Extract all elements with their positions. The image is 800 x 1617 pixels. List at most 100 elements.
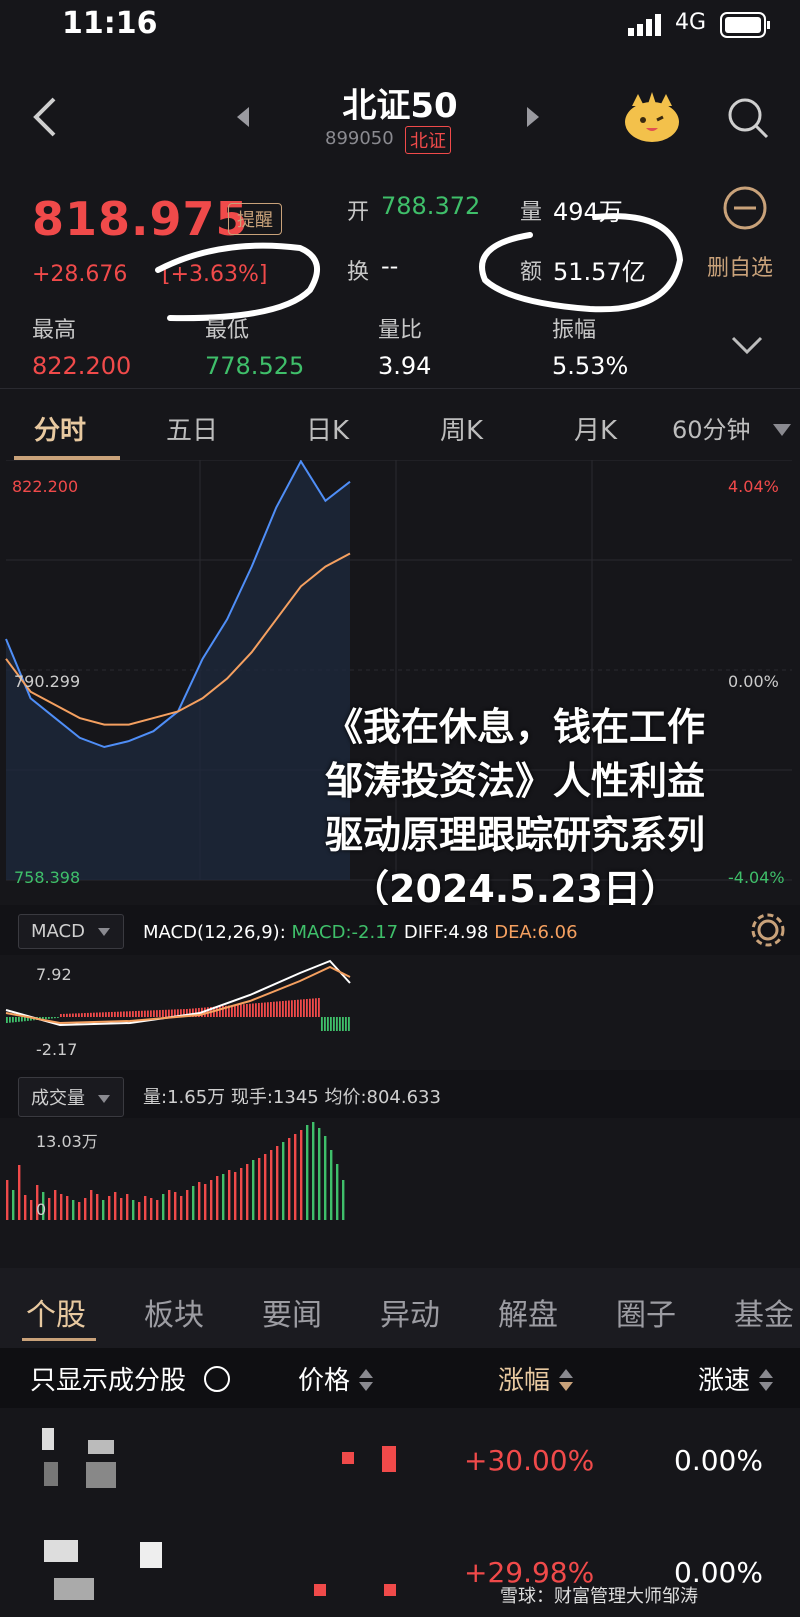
volume-bar (192, 1186, 195, 1220)
volume-bar (336, 1164, 339, 1220)
macd-bar (267, 1002, 269, 1017)
volume-selector[interactable]: 成交量 (18, 1077, 124, 1117)
chevron-down-icon (97, 1095, 110, 1103)
tab-community[interactable]: 圈子 (616, 1290, 676, 1334)
change-header: 涨幅 (498, 1366, 551, 1396)
volume-bar (162, 1194, 165, 1220)
tab-analysis[interactable]: 解盘 (498, 1290, 558, 1334)
macd-bar (285, 1000, 287, 1017)
open-value: 788.372 (381, 192, 481, 220)
macd-bar (315, 998, 317, 1017)
macd-bar (309, 998, 311, 1017)
pixelated-price (314, 1584, 396, 1596)
remove-favorite-label[interactable]: 删自选 (707, 250, 773, 282)
tab-sectors[interactable]: 板块 (144, 1290, 204, 1334)
macd-bar (171, 1009, 173, 1017)
tab-stocks[interactable]: 个股 (26, 1290, 86, 1334)
annotation-circle-amount (479, 213, 684, 313)
volume-bar (294, 1134, 297, 1220)
volume-bar (6, 1180, 9, 1220)
macd-bottom-label: -2.17 (36, 1040, 78, 1059)
search-icon[interactable] (726, 96, 770, 144)
y-pct-mid: 0.00% (728, 672, 779, 691)
macd-bar (333, 1017, 335, 1031)
macd-bar (51, 1017, 53, 1019)
dropdown-triangle-icon[interactable] (772, 422, 792, 441)
macd-selector[interactable]: MACD (18, 914, 124, 949)
sort-icon (759, 1369, 774, 1391)
sort-price[interactable]: 价格 (298, 1360, 374, 1397)
macd-bar (12, 1017, 14, 1023)
volume-bar (330, 1150, 333, 1220)
tab-news[interactable]: 要闻 (262, 1290, 322, 1334)
tab-movements[interactable]: 异动 (380, 1290, 440, 1334)
macd-selector-label: MACD (31, 921, 85, 942)
macd-bar (57, 1017, 59, 1018)
volume-bar (318, 1128, 321, 1220)
volume-bar (84, 1198, 87, 1220)
high-label: 最高 (32, 318, 77, 343)
macd-bar (111, 1011, 113, 1017)
macd-bar (303, 999, 305, 1017)
pixelated-stock-name (44, 1540, 162, 1600)
tab-intraday[interactable]: 分时 (34, 410, 86, 447)
table-row[interactable]: +30.00% 0.00% (0, 1410, 800, 1512)
macd-bar (60, 1014, 62, 1017)
volume-bar (90, 1190, 93, 1220)
macd-bar (321, 1017, 323, 1031)
macd-bar (45, 1017, 47, 1020)
macd-bar (144, 1010, 146, 1017)
turnover-value: -- (381, 252, 399, 280)
macd-bar (123, 1011, 125, 1017)
macd-bar (345, 1017, 347, 1031)
volume-bar (204, 1184, 207, 1220)
remove-favorite-icon[interactable] (722, 185, 768, 235)
volume-bar (306, 1125, 309, 1220)
tab-monthly-k[interactable]: 月K (574, 410, 617, 447)
y-label-low: 758.398 (14, 868, 81, 887)
volume-bar (108, 1196, 111, 1220)
volume-bar (210, 1180, 213, 1220)
macd-bar (126, 1011, 128, 1017)
macd-bar (273, 1001, 275, 1017)
tab-daily-k[interactable]: 日K (306, 410, 349, 447)
macd-bar (342, 1017, 344, 1031)
volume-bar (18, 1165, 21, 1220)
macd-chart (5, 959, 351, 1031)
sort-change[interactable]: 涨幅 (498, 1360, 574, 1397)
mascot-icon[interactable] (622, 92, 682, 148)
volume-bar (264, 1154, 267, 1220)
macd-bar (15, 1017, 17, 1023)
row-speed: 0.00% (674, 1444, 763, 1477)
y-label-mid: 790.299 (14, 672, 81, 691)
filter-toggle[interactable]: 只显示成分股 (30, 1360, 232, 1397)
volume-bar (300, 1130, 303, 1220)
divider (0, 388, 800, 389)
dea-value: DEA:6.06 (494, 922, 578, 943)
settings-gear-icon[interactable] (750, 912, 786, 952)
pixelated-price (342, 1446, 396, 1472)
volume-info: 量:1.65万 现手:1345 均价:804.633 (143, 1087, 441, 1108)
volume-bar (24, 1195, 27, 1220)
macd-bar (294, 1000, 296, 1017)
y-pct-high: 4.04% (728, 477, 779, 496)
macd-bar (156, 1010, 158, 1017)
expand-chevron-icon[interactable] (730, 335, 764, 361)
macd-bar (9, 1017, 11, 1023)
sort-speed[interactable]: 涨速 (698, 1360, 774, 1397)
tab-funds[interactable]: 基金 (734, 1290, 794, 1334)
macd-bar (120, 1011, 122, 1017)
macd-bar (117, 1011, 119, 1017)
macd-value: MACD:-2.17 (291, 922, 399, 943)
overlay-line: 《我在休息，钱在工作 (324, 705, 705, 749)
tab-weekly-k[interactable]: 周K (440, 410, 483, 447)
tab-60-minute[interactable]: 60分钟 (672, 410, 751, 445)
tab-five-day[interactable]: 五日 (166, 410, 218, 447)
volume-bar (312, 1122, 315, 1220)
macd-bar (306, 999, 308, 1017)
macd-bar (348, 1017, 350, 1031)
volume-bar (282, 1142, 285, 1220)
amplitude-label: 振幅 (552, 318, 597, 343)
volume-bar (246, 1164, 249, 1220)
next-arrow-icon[interactable] (525, 105, 541, 133)
